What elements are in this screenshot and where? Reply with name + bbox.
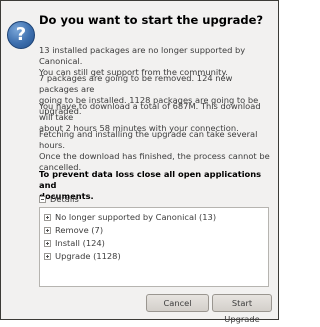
download-line-1: You have to download a total of 687M. Th… [39, 101, 261, 122]
start-upgrade-button[interactable]: Start Upgrade [212, 294, 272, 324]
question-icon: ? [7, 21, 35, 49]
tree-row-upgrade[interactable]: Upgrade (1128) [44, 251, 121, 261]
expand-icon[interactable] [44, 213, 51, 221]
expand-icon[interactable] [44, 239, 51, 247]
expand-icon[interactable] [44, 226, 51, 234]
details-expander[interactable]: Details [39, 194, 79, 204]
tree-row-install[interactable]: Install (124) [44, 238, 105, 248]
tree-row-label: Install (124) [55, 238, 105, 248]
cancel-button[interactable]: Cancel [146, 294, 209, 312]
tree-row-label: Remove (7) [55, 225, 104, 235]
data-loss-line-1: To prevent data loss close all open appl… [39, 169, 262, 190]
fetching-warning-text: Fetching and installing the upgrade can … [39, 129, 271, 173]
collapse-icon[interactable] [39, 195, 46, 203]
expand-icon[interactable] [44, 252, 51, 260]
tree-row-unsupported[interactable]: No longer supported by Canonical (13) [44, 212, 216, 222]
fetching-line-1: Fetching and installing the upgrade can … [39, 129, 258, 150]
tree-row-label: No longer supported by Canonical (13) [55, 212, 217, 222]
fetching-line-2: Once the download has finished, the proc… [39, 151, 270, 161]
tree-row-label: Upgrade (1128) [55, 251, 121, 261]
tree-row-remove[interactable]: Remove (7) [44, 225, 103, 235]
details-label: Details [50, 194, 79, 204]
dialog-heading: Do you want to start the upgrade? [39, 13, 264, 27]
upgrade-dialog: ? Do you want to start the upgrade? 13 i… [0, 0, 279, 324]
unsupported-line-1: 13 installed packages are no longer supp… [39, 45, 246, 66]
package-changes-line-1: 7 packages are going to be removed. 124 … [39, 73, 233, 94]
details-tree: No longer supported by Canonical (13) Re… [39, 207, 269, 287]
